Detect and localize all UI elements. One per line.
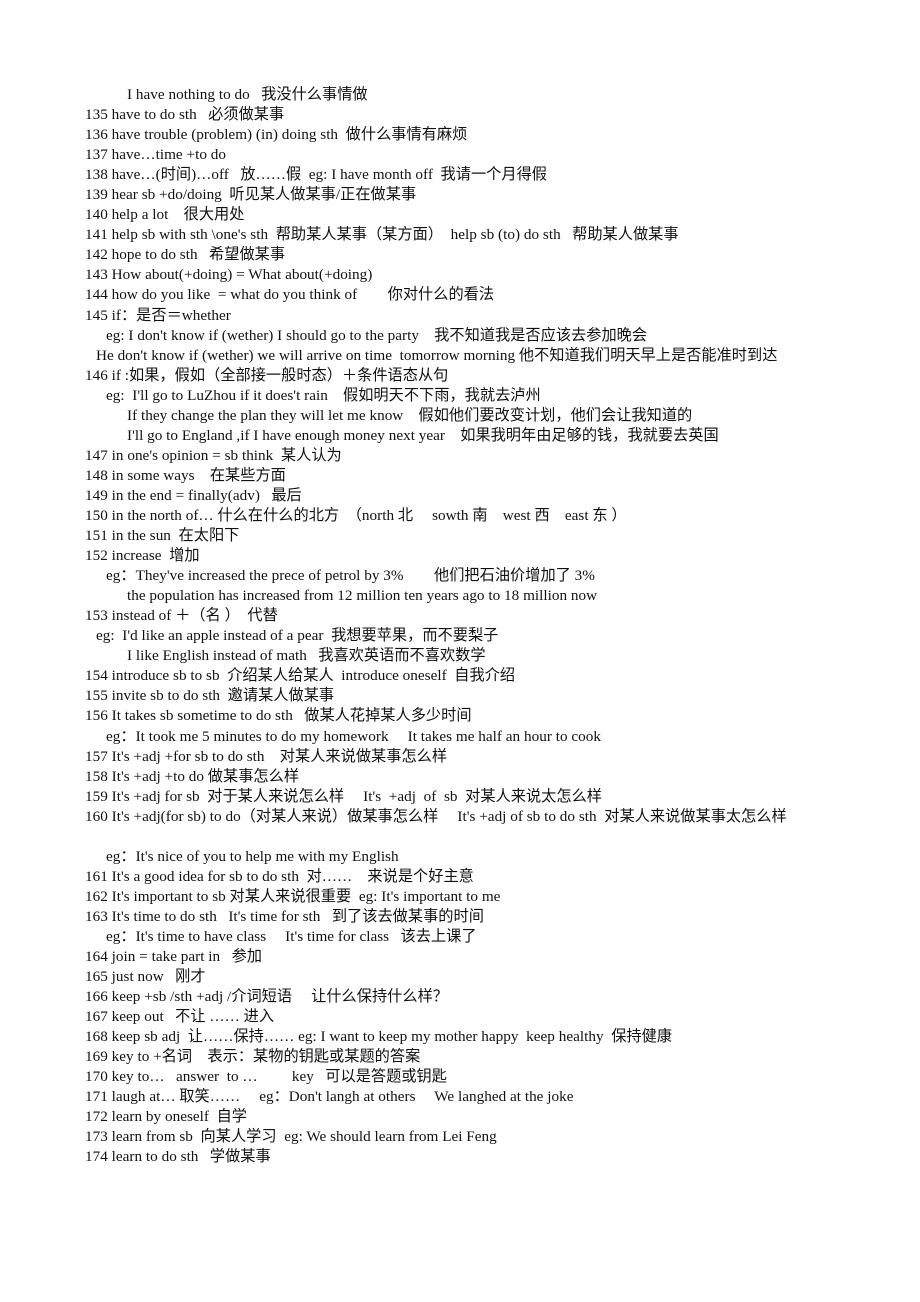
text-line: 161 It's a good idea for sb to do sth 对……	[85, 867, 474, 885]
text-line: 135 have to do sth 必须做某事	[85, 106, 285, 124]
text-line: 141 help sb with sth \one's sth 帮助某人某事（某…	[85, 226, 679, 244]
text-line: 160 It's +adj(for sb) to do（对某人来说）做某事怎么样…	[85, 807, 787, 825]
text-line: 143 How about(+doing) = What about(+doin…	[85, 266, 373, 284]
text-line: I'll go to England ,if I have enough mon…	[127, 426, 719, 444]
text-line: 162 It's important to sb 对某人来说很重要 eg: It…	[85, 887, 501, 905]
text-line: 165 just now 刚才	[85, 968, 206, 986]
text-line: 140 help a lot 很大用处	[85, 206, 245, 224]
text-line: 151 in the sun 在太阳下	[85, 527, 240, 545]
text-line: 152 increase 增加	[85, 547, 200, 565]
text-line: 139 hear sb +do/doing 听见某人做某事/正在做某事	[85, 186, 417, 204]
text-line: eg：They've increased the prece of petrol…	[106, 567, 595, 585]
text-line: 157 It's +adj +for sb to do sth 对某人来说做某事…	[85, 747, 448, 765]
text-line: 174 learn to do sth 学做某事	[85, 1148, 271, 1166]
text-line: 145 if：是否＝whether	[85, 306, 231, 324]
text-line: 170 key to… answer to … key 可以是答题或钥匙	[85, 1068, 447, 1086]
text-line: 153 instead of ＋（名 ） 代替	[85, 607, 278, 625]
text-line: 173 learn from sb 向某人学习 eg: We should le…	[85, 1128, 497, 1146]
text-line: 138 have…(时间)…off 放……假 eg: I have month …	[85, 166, 548, 184]
text-line: 144 how do you like = what do you think …	[85, 286, 495, 304]
text-line: eg：It's nice of you to help me with my E…	[106, 847, 399, 865]
document-text-body: I have nothing to do 我没什么事情做 135 have to …	[0, 85, 920, 1168]
text-line: 147 in one's opinion = sb think 某人认为	[85, 446, 342, 464]
text-line: 148 in some ways 在某些方面	[85, 466, 286, 484]
text-line: If they change the plan they will let me…	[127, 406, 693, 424]
text-line: 136 have trouble (problem) (in) doing st…	[85, 126, 468, 144]
text-line: 164 join = take part in 参加	[85, 948, 263, 966]
text-line: 159 It's +adj for sb 对于某人来说怎么样 It's +adj…	[85, 787, 602, 805]
text-line: 166 keep +sb /sth +adj /介词短语 让什么保持什么样？	[85, 988, 448, 1006]
text-line: eg: I'd like an apple instead of a pear …	[96, 627, 499, 645]
text-line: 163 It's time to do sth It's time for st…	[85, 907, 484, 925]
text-line: 156 It takes sb sometime to do sth 做某人花掉…	[85, 707, 472, 725]
text-line: 155 invite sb to do sth 邀请某人做某事	[85, 687, 335, 705]
text-line: eg: I'll go to LuZhou if it does't rain …	[106, 386, 541, 404]
text-line: 142 hope to do sth 希望做某事	[85, 246, 286, 264]
text-line: I like English instead of math 我喜欢英语而不喜欢…	[127, 647, 486, 665]
text-line: 137 have…time +to do	[85, 146, 226, 164]
text-line: He don't know if (wether) we will arrive…	[96, 346, 778, 364]
text-line: eg：It's time to have class It's time for…	[106, 927, 477, 945]
text-line: I have nothing to do 我没什么事情做	[127, 86, 368, 103]
text-line: the population has increased from 12 mil…	[127, 587, 598, 605]
text-line: 149 in the end = finally(adv) 最后	[85, 486, 302, 504]
text-line: 172 learn by oneself 自学	[85, 1108, 248, 1126]
text-line: 171 laugh at… 取笑…… eg：Don't langh at oth…	[85, 1088, 574, 1106]
document-page: I have nothing to do 我没什么事情做 135 have to …	[0, 0, 920, 1302]
text-line: 169 key to +名词 表示：某物的钥匙或某题的答案	[85, 1048, 421, 1066]
text-line: 150 in the north of… 什么在什么的北方 （north 北 s…	[85, 506, 627, 524]
text-line: eg: I don't know if (wether) I should go…	[106, 326, 648, 344]
text-line: 146 if :如果，假如（全部接一般时态）＋条件语态从句	[85, 366, 449, 384]
text-line: eg：It took me 5 minutes to do my homewor…	[106, 727, 601, 745]
text-line: 167 keep out 不让 …… 进入	[85, 1008, 275, 1026]
text-line: 168 keep sb adj 让……保持…… eg: I want to ke…	[85, 1028, 673, 1046]
text-line: 154 introduce sb to sb 介绍某人给某人 introduce…	[85, 667, 516, 685]
text-line: 158 It's +adj +to do 做某事怎么样	[85, 767, 300, 785]
